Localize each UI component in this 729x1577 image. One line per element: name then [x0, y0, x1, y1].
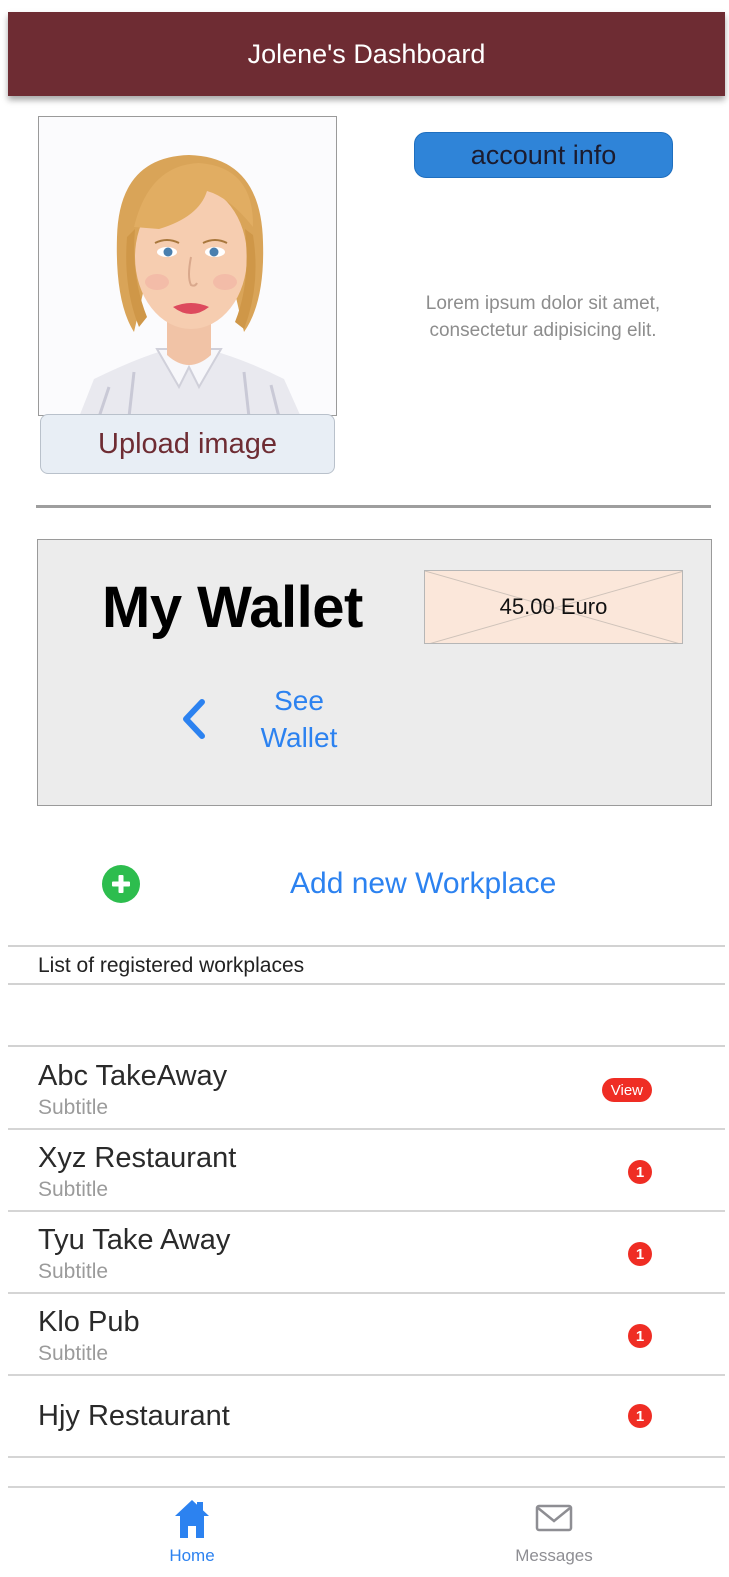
account-info-button[interactable]: account info	[414, 132, 673, 178]
see-wallet-label: See Wallet	[260, 685, 338, 753]
wallet-amount-box: 45.00 Euro	[424, 570, 683, 644]
mail-icon	[535, 1504, 573, 1532]
list-item-title: Klo Pub	[38, 1306, 140, 1338]
add-workplace-button[interactable]: Add new Workplace	[290, 864, 556, 904]
home-icon	[175, 1500, 209, 1538]
notification-badge: 1	[628, 1160, 652, 1184]
list-item-title: Hjy Restaurant	[38, 1400, 230, 1432]
account-description: Lorem ipsum dolor sit amet, consectetur …	[425, 293, 661, 341]
section-divider	[36, 505, 711, 508]
upload-image-button[interactable]: Upload image	[40, 414, 335, 474]
page-title: Jolene's Dashboard	[247, 38, 486, 69]
notification-badge: 1	[628, 1242, 652, 1266]
list-item-subtitle: Subtitle	[38, 1342, 109, 1365]
notification-badge: 1	[628, 1404, 652, 1428]
list-item[interactable]: Abc TakeAway Subtitle View	[8, 1048, 725, 1130]
profile-photo	[38, 116, 337, 416]
list-caption: List of registered workplaces	[38, 954, 305, 977]
list-item-title: Tyu Take Away	[38, 1224, 231, 1256]
list-item[interactable]: Tyu Take Away Subtitle 1	[8, 1212, 725, 1294]
list-top-border	[8, 1045, 725, 1047]
tab-messages-label: Messages	[515, 1546, 593, 1565]
tab-messages[interactable]: Messages	[474, 1498, 634, 1566]
wallet-title: My Wallet	[102, 575, 363, 640]
list-item-subtitle: Subtitle	[38, 1096, 109, 1119]
list-divider-bottom	[8, 983, 725, 985]
list-item-subtitle: Subtitle	[38, 1178, 109, 1201]
chevron-left-icon	[180, 689, 220, 749]
add-circle-icon[interactable]	[101, 864, 141, 904]
list-item[interactable]: Klo Pub Subtitle 1	[8, 1294, 725, 1376]
wallet-amount: 45.00 Euro	[499, 594, 608, 619]
list-item-title: Xyz Restaurant	[38, 1142, 237, 1174]
list-item[interactable]: Hjy Restaurant 1	[8, 1376, 725, 1458]
tab-bar: Home Messages	[8, 1486, 725, 1577]
notification-badge: 1	[628, 1324, 652, 1348]
tab-home-label: Home	[169, 1546, 215, 1565]
dashboard-screen: Jolene's Dashboard Upload image account …	[0, 0, 729, 1577]
tab-home[interactable]: Home	[112, 1498, 272, 1566]
see-wallet-link[interactable]: See Wallet	[180, 682, 354, 756]
view-badge[interactable]: View	[601, 1078, 652, 1102]
list-item[interactable]: Xyz Restaurant Subtitle 1	[8, 1130, 725, 1212]
app-header: Jolene's Dashboard	[8, 12, 725, 96]
profile-portrait-image	[39, 117, 336, 415]
list-item-subtitle: Subtitle	[38, 1260, 109, 1283]
list-divider-top	[8, 945, 725, 947]
list-item-title: Abc TakeAway	[38, 1060, 228, 1092]
